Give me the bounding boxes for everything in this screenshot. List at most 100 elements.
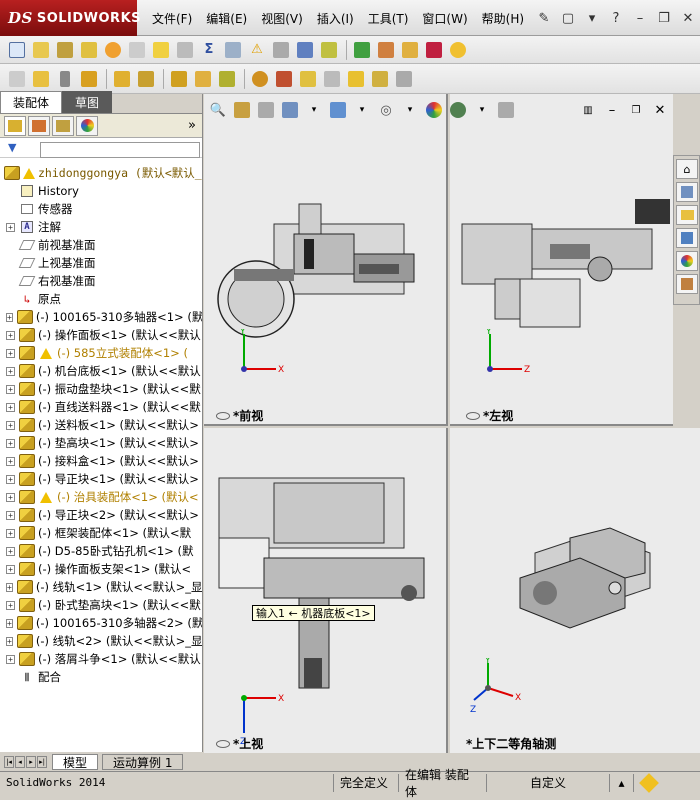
help-icon[interactable]: ? [606,8,626,28]
sum-icon[interactable]: Σ [198,39,220,61]
tree-item[interactable]: 上视基准面 [0,254,202,272]
expand-toggle-icon[interactable]: + [6,654,15,664]
geometry-icon[interactable] [318,39,340,61]
simulation-icon[interactable] [423,39,445,61]
pin-icon[interactable]: ✎ [534,8,554,28]
design-library-icon[interactable] [676,182,698,202]
smart-fasteners-icon[interactable] [111,68,133,90]
expand-toggle-icon[interactable]: + [6,438,15,448]
expand-toggle-icon[interactable]: + [6,546,15,556]
checkbox-icon[interactable] [150,39,172,61]
snapshot-icon[interactable] [393,68,415,90]
warning-icon[interactable]: ⚠ [246,39,268,61]
clearance-icon[interactable] [270,39,292,61]
move-component-icon[interactable] [135,68,157,90]
appearances-icon[interactable] [676,251,698,271]
instant3d-icon[interactable] [345,68,367,90]
zoom-to-fit-icon[interactable]: 🔍 [207,99,229,121]
chevron-down-icon[interactable]: ▾ [471,99,493,121]
expand-toggle-icon[interactable]: + [6,222,15,232]
viewport-left[interactable]: Y Z *左视 [450,94,673,426]
scene-icon[interactable] [447,99,469,121]
filter-icon[interactable]: ▼ [8,141,16,154]
menu-tools[interactable]: 工具(T) [361,10,416,27]
tree-item[interactable]: + (-) 操作面板支架<1> (默认< [0,560,202,578]
tab-assembly[interactable]: 装配体 [0,91,63,113]
show-hidden-icon[interactable] [168,68,190,90]
menu-help[interactable]: 帮助(H) [475,10,531,27]
reference-geometry-icon[interactable] [216,68,238,90]
tree-item[interactable]: Ⅱ 配合 [0,668,202,684]
view-palette-icon[interactable] [676,228,698,248]
view-settings-icon[interactable] [495,99,517,121]
filter-input[interactable] [40,142,200,158]
display-manager-icon[interactable] [76,115,98,136]
first-tab-icon[interactable]: |◂ [4,756,14,768]
menu-view[interactable]: 视图(V) [254,10,310,27]
tree-item[interactable]: + (-) 导正块<2> (默认<<默认> [0,506,202,524]
tree-item[interactable]: + (-) 框架装配体<1> (默认<默 [0,524,202,542]
close-icon[interactable]: ✕ [678,8,698,28]
tree-item[interactable]: ↳ 原点 [0,290,202,308]
new-part-icon[interactable] [30,68,52,90]
menu-file[interactable]: 文件(F) [145,10,199,27]
tree-item[interactable]: + A 注解 [0,218,202,236]
performance-icon[interactable] [102,39,124,61]
status-arrow-icon[interactable]: ▴ [610,773,634,792]
section-view-icon[interactable] [279,99,301,121]
assembly-features-icon[interactable] [192,68,214,90]
configuration-manager-icon[interactable] [52,115,74,136]
property-manager-icon[interactable] [28,115,50,136]
chevron-down-icon[interactable]: ▾ [582,8,602,28]
feature-manager-icon[interactable] [4,115,26,136]
tree-root[interactable]: zhidonggongya (默认<默认_显 [0,164,202,182]
expand-chevron-icon[interactable]: » [188,118,196,133]
viewport-tile-icon[interactable]: ▥ [577,99,599,121]
display-style-icon[interactable]: ◎ [375,99,397,121]
prev-tab-icon[interactable]: ◂ [15,756,25,768]
previous-view-icon[interactable] [255,99,277,121]
tree-item[interactable]: + (-) 振动盘垫块<1> (默认<<默 [0,380,202,398]
section-properties-icon[interactable] [78,39,100,61]
expand-toggle-icon[interactable]: + [6,510,15,520]
chevron-down-icon[interactable]: ▾ [303,99,325,121]
status-units[interactable]: 自定义 [487,773,610,792]
measure-icon[interactable] [30,39,52,61]
solidworks-logo[interactable]: DS SOLIDWORKS [0,0,141,36]
insert-component-icon[interactable] [6,68,28,90]
chevron-down-icon[interactable]: ▾ [351,99,373,121]
restore-icon[interactable]: ❐ [654,8,674,28]
minimize-icon[interactable]: – [630,8,650,28]
viewport-restore-icon[interactable]: ❐ [625,99,647,121]
viewport-close-icon[interactable]: ✕ [649,99,671,121]
explode-line-icon[interactable] [321,68,343,90]
expand-toggle-icon[interactable]: + [6,456,15,466]
menu-edit[interactable]: 编辑(E) [199,10,254,27]
expand-toggle-icon[interactable]: + [6,492,15,502]
viewport-front[interactable]: Y X *前视 [204,94,448,426]
tree-item[interactable]: + (-) 落屑斗争<1> (默认<<默认 [0,650,202,668]
expand-toggle-icon[interactable]: + [6,600,15,610]
costing-icon[interactable] [399,39,421,61]
tree-item[interactable]: + (-) 585立式装配体<1> ( [0,344,202,362]
bill-of-materials-icon[interactable] [273,68,295,90]
update-icon[interactable] [369,68,391,90]
file-explorer-icon[interactable] [676,205,698,225]
view-orientation-icon[interactable] [327,99,349,121]
tree-item[interactable]: History [0,182,202,200]
tree-item[interactable]: + (-) 100165-310多轴器<1> (默 [0,308,202,326]
hole-align-icon[interactable] [294,39,316,61]
expand-toggle-icon[interactable]: + [6,366,15,376]
expand-toggle-icon[interactable]: + [6,348,15,358]
chevron-down-icon[interactable]: ▾ [399,99,421,121]
tree-item[interactable]: 前视基准面 [0,236,202,254]
menu-window[interactable]: 窗口(W) [415,10,474,27]
spellcheck-icon[interactable] [6,39,28,61]
home-icon[interactable]: ⌂ [676,159,698,179]
tree-item[interactable]: + (-) D5-85卧式钻孔机<1> (默 [0,542,202,560]
tree-item[interactable]: + (-) 机台底板<1> (默认<<默认 [0,362,202,380]
checkbox-gray-icon[interactable] [174,39,196,61]
design-checker-icon[interactable] [375,39,397,61]
tree-item[interactable]: + (-) 送料板<1> (默认<<默认> [0,416,202,434]
expand-toggle-icon[interactable]: + [6,474,15,484]
